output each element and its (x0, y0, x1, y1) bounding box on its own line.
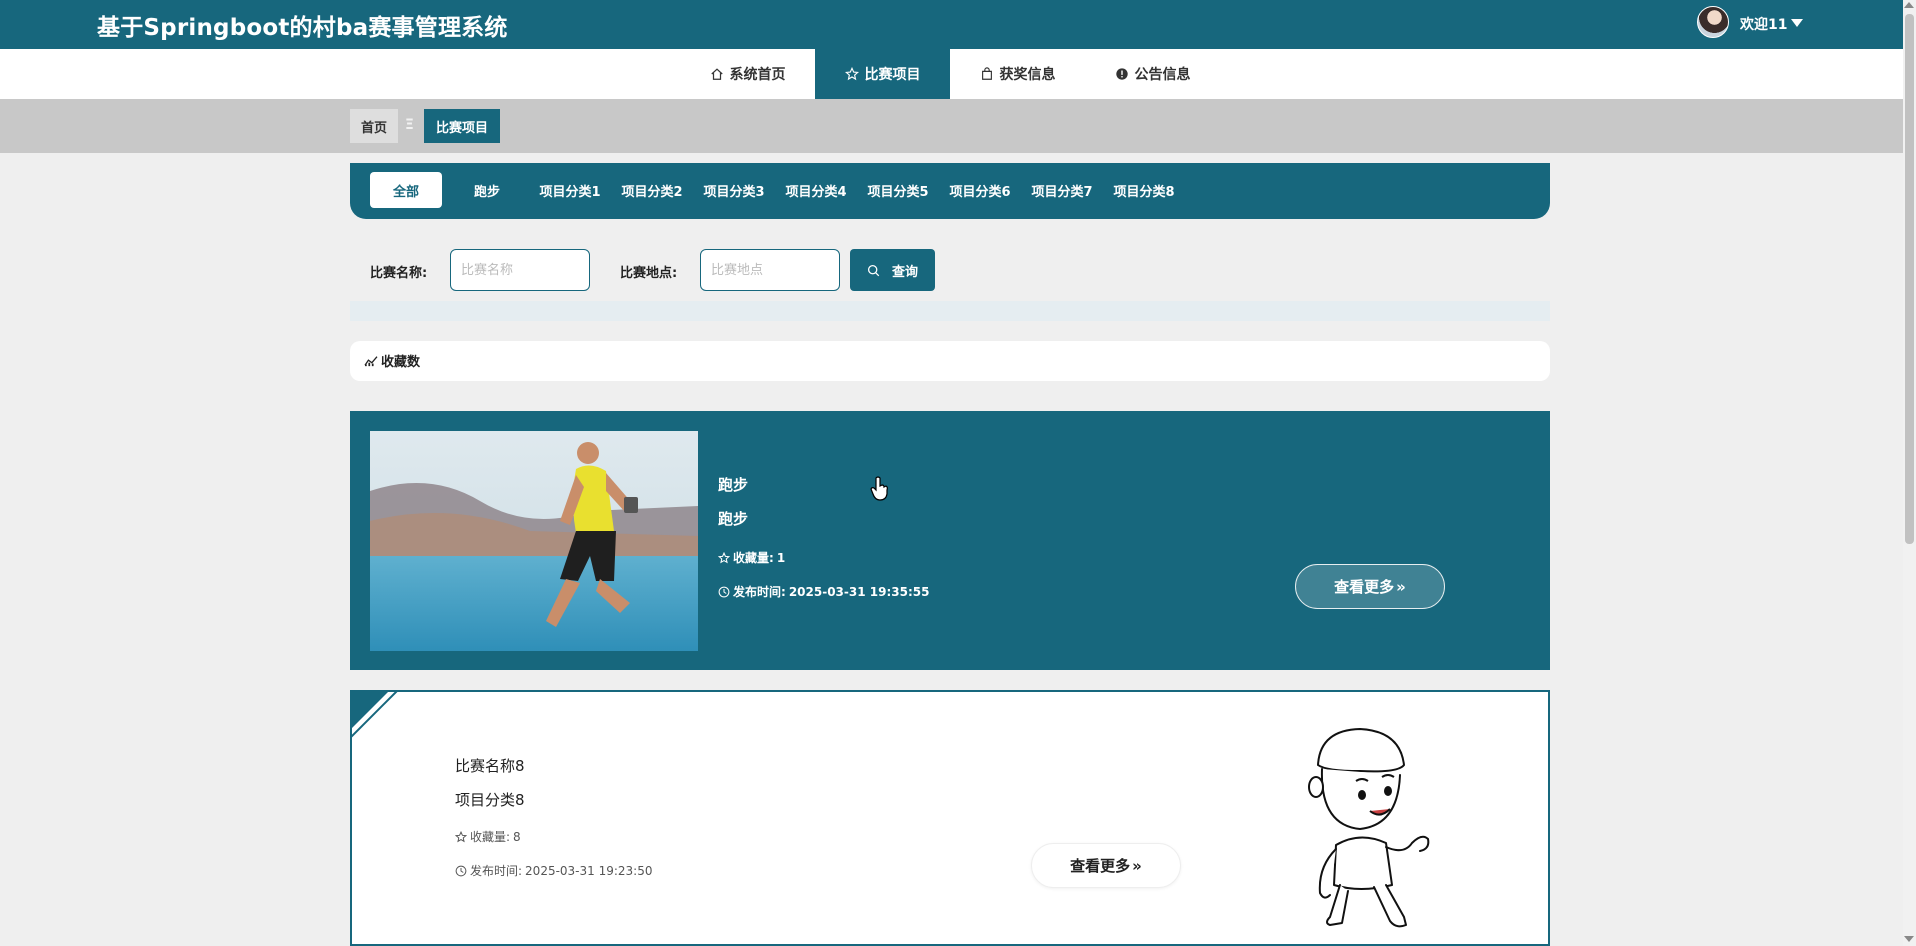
nav-label: 公告信息 (1134, 67, 1191, 83)
chart-icon (364, 355, 378, 366)
sort-bar (350, 341, 1550, 381)
view-more-button[interactable]: 查看更多 » (1295, 564, 1445, 609)
competition-category: 项目分类8 (455, 791, 525, 809)
nav-label: 比赛项目 (864, 67, 921, 83)
hand-cursor-icon (870, 476, 888, 501)
publish-time: 发布时间: 2025-03-31 19:35:55 (718, 583, 929, 600)
favorites-count: 收藏量: 8 (455, 828, 521, 845)
breadcrumb-home[interactable]: 首页 (350, 109, 398, 143)
scrollbar-thumb[interactable] (1905, 14, 1914, 544)
place-search-input[interactable] (700, 249, 840, 291)
home-icon (710, 68, 723, 80)
site-title: 基于Springboot的村ba赛事管理系统 (97, 15, 508, 41)
search-button-label: 查询 (891, 264, 918, 280)
view-more-label: 查看更多 (1070, 857, 1131, 875)
nav-item-competitions[interactable]: 比赛项目 (815, 49, 950, 99)
category-item[interactable]: 项目分类3 (699, 172, 769, 208)
divider-strip (350, 301, 1550, 321)
search-icon (867, 264, 880, 276)
name-search-input[interactable] (450, 249, 590, 291)
view-more-button[interactable]: 查看更多 » (1031, 843, 1181, 888)
welcome-text[interactable]: 欢迎11 (1740, 14, 1787, 34)
publish-time-label: 发布时间: (733, 585, 786, 599)
nav-item-notices[interactable]: 公告信息 (1085, 49, 1220, 99)
publish-time-value: 2025-03-31 19:23:50 (525, 863, 653, 878)
scroll-down-arrow-icon[interactable] (1904, 936, 1914, 942)
info-icon (1115, 68, 1128, 80)
favorites-label: 收藏量: (733, 551, 774, 565)
breadcrumb (0, 99, 1903, 153)
double-chevron-icon: » (1132, 856, 1142, 875)
star-icon (718, 551, 730, 563)
star-icon (844, 67, 859, 81)
corner-ribbon (350, 690, 399, 739)
breadcrumb-separator: Ξ (405, 117, 414, 133)
competition-image[interactable] (370, 431, 698, 651)
view-more-label: 查看更多 (1334, 578, 1395, 596)
category-item[interactable]: 项目分类7 (1027, 172, 1097, 208)
place-label: 比赛地点: (620, 266, 678, 281)
category-item[interactable]: 项目分类8 (1109, 172, 1179, 208)
publish-time: 发布时间: 2025-03-31 19:23:50 (455, 862, 653, 879)
publish-time-label: 发布时间: (470, 864, 523, 878)
nav-item-home[interactable]: 系统首页 (680, 49, 815, 99)
category-item[interactable]: 项目分类1 (535, 172, 605, 208)
nav-label: 获奖信息 (999, 67, 1056, 83)
competition-name[interactable]: 比赛名称8 (455, 755, 525, 776)
favorites-count: 收藏量: 1 (718, 549, 785, 566)
scroll-up-arrow-icon[interactable] (1904, 2, 1914, 8)
nav-label: 系统首页 (729, 67, 786, 83)
favorites-value: 8 (513, 829, 521, 844)
name-label: 比赛名称: (370, 266, 428, 281)
breadcrumb-current: 比赛项目 (424, 109, 500, 143)
category-item[interactable]: 项目分类2 (617, 172, 687, 208)
clock-icon (718, 586, 730, 597)
competition-name[interactable]: 跑步 (718, 474, 748, 495)
category-item[interactable]: 项目分类6 (945, 172, 1015, 208)
star-icon (455, 830, 467, 842)
publish-time-value: 2025-03-31 19:35:55 (788, 584, 930, 599)
sort-favorites[interactable]: 收藏数 (364, 351, 420, 370)
favorites-label: 收藏量: (470, 830, 511, 844)
favorites-value: 1 (776, 550, 786, 565)
user-avatar[interactable] (1697, 6, 1729, 38)
cartoon-runner-illustration (1308, 728, 1430, 928)
search-button[interactable]: 查询 (850, 249, 935, 291)
clock-icon (455, 865, 467, 876)
category-item[interactable]: 跑步 (455, 172, 519, 208)
sort-label: 收藏数 (381, 355, 421, 370)
caret-down-icon[interactable] (1791, 19, 1803, 27)
category-item[interactable]: 项目分类4 (781, 172, 851, 208)
bag-icon (981, 67, 992, 80)
nav-item-awards[interactable]: 获奖信息 (950, 49, 1085, 99)
competition-category: 跑步 (718, 510, 749, 528)
category-all[interactable]: 全部 (370, 172, 442, 208)
category-item[interactable]: 项目分类5 (863, 172, 933, 208)
double-chevron-icon: » (1396, 577, 1406, 596)
runner-photo (370, 431, 698, 651)
